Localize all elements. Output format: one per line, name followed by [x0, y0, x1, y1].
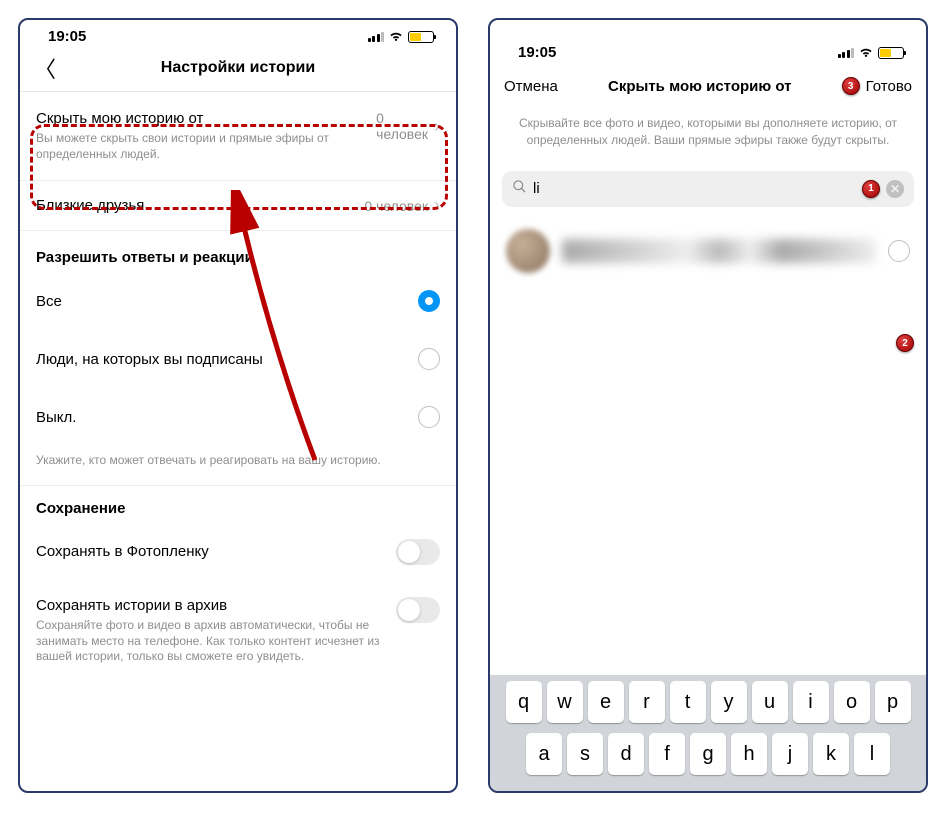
toggle-off-icon[interactable] [396, 597, 440, 623]
description-text: Скрывайте все фото и видео, которыми вы … [490, 109, 926, 165]
key-i[interactable]: i [793, 681, 829, 723]
left-phone-screen: 19:05 〈 Настройки истории Скрыть мою ист… [18, 18, 458, 793]
key-g[interactable]: g [690, 733, 726, 775]
search-icon [512, 179, 527, 199]
key-u[interactable]: u [752, 681, 788, 723]
key-f[interactable]: f [649, 733, 685, 775]
signal-icon [368, 32, 385, 42]
status-bar: 19:05 [490, 20, 926, 65]
key-e[interactable]: e [588, 681, 624, 723]
key-p[interactable]: p [875, 681, 911, 723]
save-camera-row[interactable]: Сохранять в Фотопленку [20, 523, 456, 581]
close-friends-row[interactable]: Близкие друзья 0 человек › [20, 181, 456, 231]
signal-icon [838, 48, 855, 58]
reply-option-following[interactable]: Люди, на которых вы подписаны [20, 330, 456, 388]
back-button[interactable]: 〈 [34, 52, 56, 84]
radio-icon[interactable] [418, 406, 440, 428]
radio-selected-icon[interactable] [418, 290, 440, 312]
page-title: Настройки истории [34, 59, 442, 77]
annotation-badge-3: 3 [842, 77, 860, 95]
key-h[interactable]: h [731, 733, 767, 775]
key-t[interactable]: t [670, 681, 706, 723]
hide-story-sub: Вы можете скрыть свои истории и прямые э… [36, 131, 376, 162]
nav-header: 〈 Настройки истории [20, 49, 456, 92]
key-w[interactable]: w [547, 681, 583, 723]
user-name-blurred [562, 239, 876, 263]
hide-story-value: 0 человек [376, 110, 428, 142]
close-friends-label: Близкие друзья [36, 197, 144, 214]
reply-option-all[interactable]: Все [20, 272, 456, 330]
status-time: 19:05 [518, 44, 556, 61]
reply-option-off[interactable]: Выкл. [20, 388, 456, 446]
hide-story-row[interactable]: Скрыть мою историю от Вы можете скрыть с… [20, 92, 456, 181]
radio-icon[interactable] [418, 348, 440, 370]
save-archive-row[interactable]: Сохранять истории в архив Сохраняйте фот… [20, 581, 456, 681]
wifi-icon [388, 31, 404, 43]
battery-icon [878, 47, 904, 59]
chevron-right-icon: › [434, 116, 440, 137]
replies-section-title: Разрешить ответы и реакции [20, 231, 456, 272]
annotation-badge-1: 1 [862, 180, 880, 198]
clear-icon[interactable]: ✕ [886, 180, 904, 198]
key-l[interactable]: l [854, 733, 890, 775]
toggle-off-icon[interactable] [396, 539, 440, 565]
close-friends-value: 0 человек [364, 198, 428, 214]
key-a[interactable]: a [526, 733, 562, 775]
battery-icon [408, 31, 434, 43]
hide-story-label: Скрыть мою историю от [36, 110, 376, 127]
keyboard[interactable]: qwertyuiop asdfghjkl [490, 675, 926, 791]
key-r[interactable]: r [629, 681, 665, 723]
page-title: Скрыть мою историю от [608, 78, 791, 95]
key-o[interactable]: o [834, 681, 870, 723]
nav-header: Отмена Скрыть мою историю от 3 Готово [490, 65, 926, 109]
save-archive-sub: Сохраняйте фото и видео в архив автомати… [36, 618, 384, 665]
user-result-row[interactable] [490, 221, 926, 281]
status-time: 19:05 [48, 28, 86, 45]
key-j[interactable]: j [772, 733, 808, 775]
search-value: li [533, 180, 856, 197]
key-s[interactable]: s [567, 733, 603, 775]
annotation-badge-2: 2 [896, 334, 914, 352]
wifi-icon [858, 47, 874, 59]
checkbox-circle[interactable] [888, 240, 910, 262]
key-d[interactable]: d [608, 733, 644, 775]
avatar [506, 229, 550, 273]
right-phone-screen: 19:05 Отмена Скрыть мою историю от 3 Гот… [488, 18, 928, 793]
saving-section-title: Сохранение [20, 486, 456, 523]
status-bar: 19:05 [20, 20, 456, 49]
chevron-right-icon: › [434, 195, 440, 216]
cancel-button[interactable]: Отмена [504, 78, 558, 95]
key-q[interactable]: q [506, 681, 542, 723]
done-button[interactable]: Готово [866, 78, 912, 95]
key-y[interactable]: y [711, 681, 747, 723]
replies-footnote: Укажите, кто может отвечать и реагироват… [20, 446, 456, 486]
search-input[interactable]: li 1 ✕ [502, 171, 914, 207]
key-k[interactable]: k [813, 733, 849, 775]
